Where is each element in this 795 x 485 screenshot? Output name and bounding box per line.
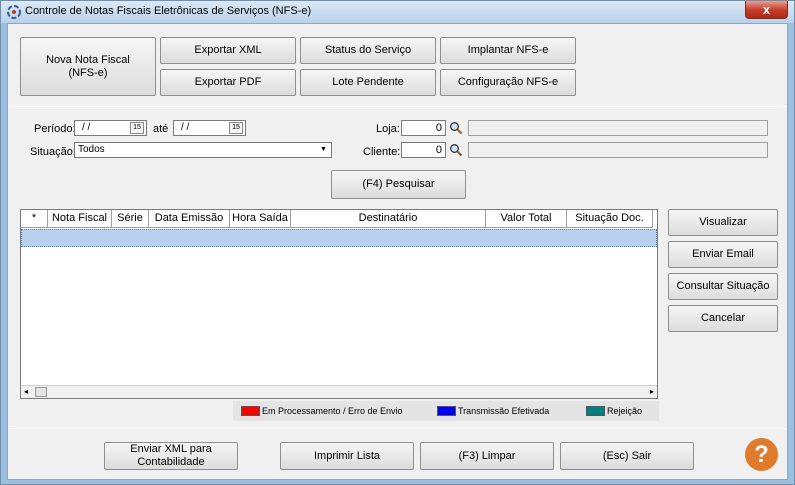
enviar-xml-label: Enviar XML para Contabilidade — [130, 443, 212, 468]
close-button[interactable]: x — [745, 1, 788, 19]
ate-label: até — [153, 123, 169, 135]
client-area: Nova Nota Fiscal (NFS-e) Exportar XML Ex… — [7, 23, 788, 480]
separator-top — [8, 106, 787, 107]
periodo-de-value: / / — [82, 122, 91, 133]
window-title: Controle de Notas Fiscais Eletrônicas de… — [25, 5, 312, 17]
column-header[interactable]: Hora Saída — [230, 210, 291, 228]
column-header[interactable]: Nota Fiscal — [48, 210, 112, 228]
notas-grid[interactable]: * Nota Fiscal Série Data Emissão Hora Sa… — [20, 209, 658, 399]
pesquisar-label: (F4) Pesquisar — [362, 178, 435, 190]
status-servico-label: Status do Serviço — [324, 44, 412, 56]
imprimir-label: Imprimir Lista — [313, 449, 380, 462]
consultar-situacao-button[interactable]: Consultar Situação — [668, 273, 778, 300]
app-window: Controle de Notas Fiscais Eletrônicas de… — [0, 0, 795, 485]
loja-value: 0 — [435, 122, 442, 134]
loja-label: Loja: — [376, 123, 400, 135]
cliente-value: 0 — [435, 144, 442, 156]
implantar-button[interactable]: Implantar NFS-e — [440, 37, 576, 64]
app-icon — [7, 5, 21, 19]
pesquisar-button[interactable]: (F4) Pesquisar — [331, 170, 466, 199]
periodo-ate-value: / / — [181, 122, 190, 133]
sair-button[interactable]: (Esc) Sair — [560, 442, 694, 470]
lote-pendente-button[interactable]: Lote Pendente — [300, 69, 436, 96]
visualizar-label: Visualizar — [699, 216, 747, 228]
cancelar-label: Cancelar — [700, 312, 746, 324]
enviar-email-button[interactable]: Enviar Email — [668, 241, 778, 268]
periodo-ate-input[interactable]: / / 15 — [173, 120, 246, 136]
limpar-button[interactable]: (F3) Limpar — [420, 442, 554, 470]
loja-input[interactable]: 0 — [401, 120, 446, 136]
situacao-select[interactable]: Todos ▼ — [74, 142, 332, 158]
column-header[interactable]: Situação Doc. — [567, 210, 653, 228]
legend-label: Rejeição — [607, 406, 643, 416]
cancelar-button[interactable]: Cancelar — [668, 305, 778, 332]
configuracao-label: Configuração NFS-e — [457, 76, 559, 88]
situacao-value: Todos — [78, 144, 105, 155]
periodo-label: Período: — [34, 123, 76, 135]
help-icon[interactable]: ? — [745, 438, 778, 471]
calendar-icon[interactable]: 15 — [229, 122, 243, 134]
scroll-left-icon[interactable]: ◂ — [24, 386, 28, 398]
consultar-label: Consultar Situação — [676, 280, 770, 292]
exportar-xml-button[interactable]: Exportar XML — [160, 37, 296, 64]
legend-label: Em Processamento / Erro de Envio — [262, 406, 403, 416]
search-icon[interactable] — [449, 143, 463, 157]
horizontal-scrollbar[interactable]: ◂ ▸ — [21, 385, 657, 398]
status-servico-button[interactable]: Status do Serviço — [300, 37, 436, 64]
cliente-description — [468, 142, 768, 158]
help-glyph: ? — [754, 441, 769, 468]
title-bar: Controle de Notas Fiscais Eletrônicas de… — [1, 1, 794, 23]
sair-label: (Esc) Sair — [602, 449, 652, 462]
separator-bottom — [8, 428, 787, 429]
column-header[interactable]: Valor Total — [486, 210, 567, 228]
scroll-right-icon[interactable]: ▸ — [650, 386, 654, 398]
table-row-selected[interactable] — [21, 229, 657, 247]
legend: Em Processamento / Erro de Envio Transmi… — [233, 401, 659, 421]
exportar-pdf-label: Exportar PDF — [194, 76, 262, 88]
cliente-label: Cliente: — [363, 146, 401, 158]
exportar-pdf-button[interactable]: Exportar PDF — [160, 69, 296, 96]
limpar-label: (F3) Limpar — [458, 449, 516, 462]
enviar-email-label: Enviar Email — [692, 248, 754, 260]
column-header[interactable]: Série — [112, 210, 149, 228]
nova-nota-label: Nova Nota Fiscal (NFS-e) — [46, 53, 130, 79]
scroll-thumb[interactable] — [35, 387, 47, 397]
visualizar-button[interactable]: Visualizar — [668, 209, 778, 236]
column-header[interactable]: * — [21, 210, 48, 228]
legend-swatch-blue — [437, 406, 456, 416]
search-icon[interactable] — [449, 121, 463, 135]
legend-swatch-red — [241, 406, 260, 416]
chevron-down-icon[interactable]: ▼ — [317, 144, 330, 156]
cliente-input[interactable]: 0 — [401, 142, 446, 158]
exportar-xml-label: Exportar XML — [194, 44, 262, 56]
calendar-icon[interactable]: 15 — [130, 122, 144, 134]
configuracao-button[interactable]: Configuração NFS-e — [440, 69, 576, 96]
lote-pendente-label: Lote Pendente — [332, 76, 404, 88]
legend-swatch-teal — [586, 406, 605, 416]
close-icon: x — [762, 2, 771, 17]
situacao-label: Situação: — [30, 146, 76, 158]
periodo-de-input[interactable]: / / 15 — [74, 120, 147, 136]
loja-description — [468, 120, 768, 136]
nova-nota-button[interactable]: Nova Nota Fiscal (NFS-e) — [20, 37, 156, 96]
imprimir-lista-button[interactable]: Imprimir Lista — [280, 442, 414, 470]
column-header[interactable]: Data Emissão — [149, 210, 230, 228]
legend-label: Transmissão Efetivada — [458, 406, 550, 416]
implantar-label: Implantar NFS-e — [467, 44, 549, 56]
enviar-xml-button[interactable]: Enviar XML para Contabilidade — [104, 442, 238, 470]
column-header[interactable]: Destinatário — [291, 210, 486, 228]
